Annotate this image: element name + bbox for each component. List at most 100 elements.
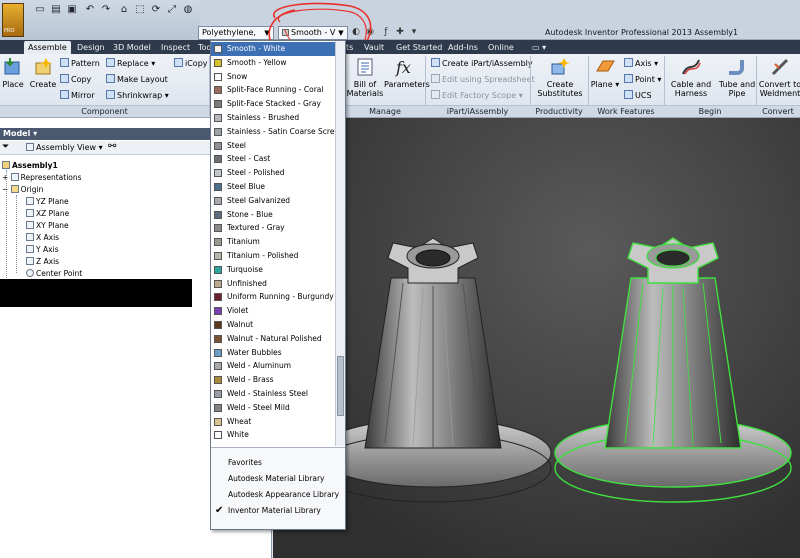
- chevron-down-icon[interactable]: ▼: [262, 27, 272, 39]
- ucs-button[interactable]: UCS: [624, 90, 652, 101]
- tab-vault[interactable]: Vault: [364, 41, 384, 54]
- replace-button[interactable]: Replace ▾: [106, 58, 155, 69]
- new-icon[interactable]: ▭: [34, 4, 46, 16]
- create-ipart-button[interactable]: Create iPart/iAssembly: [431, 58, 533, 69]
- tree-item-xz-plane[interactable]: XZ Plane: [26, 208, 69, 219]
- appearance-option[interactable]: Weld - Steel Mild: [211, 401, 335, 415]
- appearance-option[interactable]: Stainless - Satin Coarse Screen: [211, 125, 335, 139]
- library-option[interactable]: Favorites: [228, 456, 262, 470]
- appearance-dropdown-list[interactable]: Smooth - White Smooth - Yellow Snow Split-F…: [210, 40, 346, 530]
- find-binoculars-icon[interactable]: ⚯: [108, 141, 116, 152]
- tree-item-yz-plane[interactable]: YZ Plane: [26, 196, 69, 207]
- library-option[interactable]: Autodesk Material Library: [228, 472, 325, 486]
- create-button[interactable]: Create: [24, 56, 62, 89]
- parameters-button[interactable]: fx Parameters: [384, 56, 430, 89]
- appearance-option[interactable]: Titanium - Polished: [211, 249, 335, 263]
- clear-appearance-icon[interactable]: ◐: [350, 26, 362, 38]
- tree-item-origin[interactable]: − Origin: [2, 184, 43, 195]
- fx-icon[interactable]: ƒ: [380, 26, 392, 38]
- make-layout-button[interactable]: Make Layout: [106, 74, 168, 85]
- appearance-option[interactable]: Wheat: [211, 415, 335, 429]
- appearance-option[interactable]: Split-Face Stacked - Gray: [211, 97, 335, 111]
- material-combo[interactable]: Polyethylene, ▼: [198, 26, 274, 40]
- appearance-option[interactable]: White: [211, 428, 335, 442]
- more-tools-icon[interactable]: ✚: [394, 26, 406, 38]
- pattern-button[interactable]: Pattern: [60, 58, 100, 69]
- tab-add-ins[interactable]: Add-Ins: [448, 41, 478, 54]
- tab-environments[interactable]: ts: [346, 41, 353, 54]
- tab-design[interactable]: Design: [77, 41, 105, 54]
- tree-item-center-point[interactable]: Center Point: [26, 268, 82, 279]
- chevron-down-icon[interactable]: ▼: [336, 27, 346, 39]
- tree-item-xy-plane[interactable]: XY Plane: [26, 220, 69, 231]
- icopy-button[interactable]: iCopy: [174, 58, 208, 69]
- tree-item-y-axis[interactable]: Y Axis: [26, 244, 59, 255]
- browser-header[interactable]: Model ▾: [0, 128, 210, 140]
- mirror-button[interactable]: Mirror: [60, 90, 95, 101]
- appearance-option[interactable]: Smooth - Yellow: [211, 56, 335, 70]
- undo-icon[interactable]: ↶: [84, 4, 96, 16]
- tree-item-z-axis[interactable]: Z Axis: [26, 256, 59, 267]
- tab-get-started[interactable]: Get Started: [396, 41, 442, 54]
- convert-weldment-button[interactable]: Convert to Weldment: [758, 56, 800, 98]
- create-substitutes-button[interactable]: Create Substitutes: [536, 56, 584, 98]
- appearance-option[interactable]: Smooth - White: [211, 42, 335, 56]
- copy-button[interactable]: Copy: [60, 74, 91, 85]
- appearance-combo[interactable]: Smooth - V ▼: [278, 26, 348, 40]
- filter-icon[interactable]: ⏷: [2, 142, 9, 152]
- dropdown-scrollbar[interactable]: [335, 41, 345, 446]
- save-icon[interactable]: ▣: [66, 4, 78, 16]
- edit-spreadsheet-button[interactable]: Edit using Spreadsheet: [431, 74, 535, 85]
- appearance-option[interactable]: Steel - Cast: [211, 152, 335, 166]
- measure-icon[interactable]: ⤢: [166, 4, 178, 16]
- appearance-option[interactable]: Split-Face Running - Coral: [211, 83, 335, 97]
- tab-online[interactable]: Online: [488, 41, 514, 54]
- appearance-option[interactable]: Snow: [211, 70, 335, 84]
- appearance-option[interactable]: Stone - Blue: [211, 208, 335, 222]
- appearance-option[interactable]: Unfinished: [211, 277, 335, 291]
- part-left[interactable]: [314, 237, 552, 503]
- tree-item-x-axis[interactable]: X Axis: [26, 232, 59, 243]
- appearance-option[interactable]: Violet: [211, 304, 335, 318]
- appearance-option[interactable]: Weld - Brass: [211, 373, 335, 387]
- bill-of-materials-button[interactable]: Bill of Materials: [345, 56, 385, 98]
- part-right-selected[interactable]: [554, 237, 792, 503]
- tab-overflow-icon[interactable]: ▭ ▾: [532, 41, 546, 54]
- point-button[interactable]: Point ▾: [624, 74, 661, 85]
- scrollbar-thumb[interactable]: [337, 356, 344, 416]
- select-icon[interactable]: ⬚: [134, 4, 146, 16]
- appearance-option[interactable]: Steel - Polished: [211, 166, 335, 180]
- graphics-viewport[interactable]: [273, 118, 800, 558]
- update-icon[interactable]: ⟳: [150, 4, 162, 16]
- assembly-view-dropdown[interactable]: Assembly View ▾: [26, 142, 103, 154]
- appearance-option[interactable]: Titanium: [211, 235, 335, 249]
- library-option[interactable]: Inventor Material Library: [228, 504, 321, 518]
- appearance-option[interactable]: Stainless - Brushed: [211, 111, 335, 125]
- tab-assemble[interactable]: Assemble: [24, 41, 71, 54]
- appearance-option[interactable]: Turquoise: [211, 263, 335, 277]
- appearance-option[interactable]: Weld - Aluminum: [211, 359, 335, 373]
- shrinkwrap-button[interactable]: Shrinkwrap ▾: [106, 90, 169, 101]
- home-icon[interactable]: ⌂: [118, 4, 130, 16]
- open-icon[interactable]: ▤: [50, 4, 62, 16]
- application-menu-button[interactable]: PRO: [2, 3, 24, 37]
- cable-harness-button[interactable]: Cable and Harness: [668, 56, 714, 98]
- plane-button[interactable]: Plane ▾: [588, 56, 622, 89]
- tree-item-representations[interactable]: + Representations: [2, 172, 82, 183]
- tube-pipe-button[interactable]: Tube and Pipe: [716, 56, 758, 98]
- appearance-option[interactable]: Steel: [211, 139, 335, 153]
- edit-factory-scope-button[interactable]: Edit Factory Scope ▾: [431, 90, 523, 101]
- redo-icon[interactable]: ↷: [100, 4, 112, 16]
- tree-item-assembly[interactable]: Assembly1: [2, 160, 58, 171]
- axis-button[interactable]: Axis ▾: [624, 58, 658, 69]
- library-option[interactable]: Autodesk Appearance Library: [228, 488, 339, 502]
- appearance-option[interactable]: Weld - Stainless Steel: [211, 387, 335, 401]
- appearance-option[interactable]: Water Bubbles: [211, 346, 335, 360]
- appearance-option[interactable]: Uniform Running - Burgundy: [211, 290, 335, 304]
- qat-chevron-down-icon[interactable]: ▾: [408, 26, 420, 38]
- tab-inspect[interactable]: Inspect: [161, 41, 190, 54]
- appearance-option[interactable]: Steel Blue: [211, 180, 335, 194]
- tab-3d-model[interactable]: 3D Model: [113, 41, 151, 54]
- appearance-option[interactable]: Textured - Gray: [211, 221, 335, 235]
- appearance-option[interactable]: Walnut - Natural Polished: [211, 332, 335, 346]
